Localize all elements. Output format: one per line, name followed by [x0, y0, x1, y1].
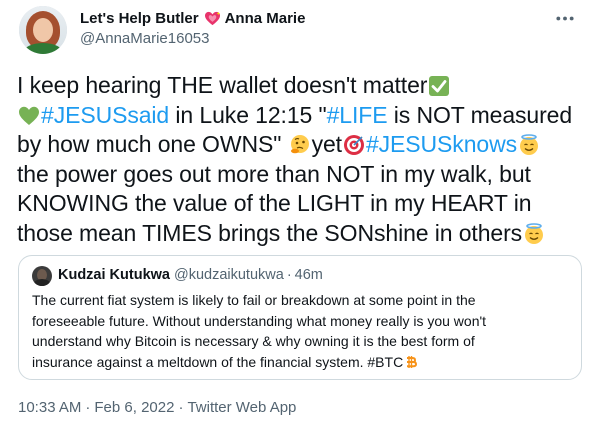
tweet-text: I keep hearing THE wallet doesn't matter…: [17, 71, 577, 248]
hashtag-link[interactable]: #JESUSsaid: [41, 102, 169, 128]
tweet-source[interactable]: Twitter Web App: [187, 399, 296, 416]
quoted-separator: ·: [286, 267, 292, 283]
quoted-tweet[interactable]: Kudzai Kutukwa @kudzaikutukwa · 46m The cur…: [18, 255, 582, 380]
more-icon[interactable]: [552, 8, 578, 28]
quoted-author-handle[interactable]: @kudzaikutukwa: [174, 267, 284, 283]
author-name-row[interactable]: Let's Help Butler Anna Marie: [80, 8, 305, 28]
meta-separator: ·: [178, 399, 184, 416]
quoted-author-avatar[interactable]: [32, 266, 52, 286]
tweet-date[interactable]: Feb 6, 2022: [94, 399, 174, 416]
hashtag-link[interactable]: #LIFE: [327, 102, 388, 128]
tweet-text-segment: those mean TIMES brings the SONshine in …: [17, 219, 523, 246]
check-mark-icon: [428, 75, 450, 97]
tweet-card: Let's Help Butler Anna Marie @AnnaMarie1…: [0, 0, 589, 425]
quoted-text-line: foreseeable future. Without understandin…: [32, 312, 487, 329]
smiling-face-with-halo-icon: [518, 134, 540, 156]
author-handle[interactable]: @AnnaMarie16053: [80, 30, 209, 47]
smiling-face-with-halo-icon: [523, 222, 545, 245]
author-display-name[interactable]: Let's Help Butler: [80, 10, 199, 27]
tweet-text-line: the power goes out more than NOT in my w…: [17, 160, 531, 187]
green-heart-icon: [18, 105, 40, 127]
quoted-text-line: understand why Bitcoin is necessary & wh…: [32, 333, 475, 349]
tweet-text-segment: in Luke 12:15 ": [169, 101, 327, 128]
quoted-text: The current fiat system is likely to fai…: [32, 290, 572, 372]
tweet-text-line: I keep hearing THE wallet doesn't matter: [17, 72, 428, 98]
tweet-time[interactable]: 10:33 AM: [18, 399, 81, 416]
tweet-meta: 10:33 AM · Feb 6, 2022 · Twitter Web App: [18, 399, 296, 416]
quoted-time[interactable]: 46m: [295, 267, 323, 283]
author-avatar[interactable]: [19, 6, 67, 54]
sparkling-heart-icon: [204, 11, 221, 26]
quoted-text-line: insurance against a meltdown of the fina…: [32, 353, 404, 370]
direct-hit-icon: [343, 134, 365, 156]
author-display-name-suffix[interactable]: Anna Marie: [225, 10, 306, 27]
meta-separator: ·: [85, 399, 91, 416]
hashtag-link[interactable]: #JESUSknows: [366, 131, 517, 157]
tweet-text-segment: by how much one OWNS": [17, 131, 288, 157]
tweet-text-segment: yet: [311, 131, 342, 157]
quoted-author-name[interactable]: Kudzai Kutukwa: [58, 267, 170, 283]
quoted-text-line: The current fiat system is likely to fai…: [32, 292, 476, 308]
tweet-text-line: KNOWING the value of the LIGHT in my HEA…: [17, 190, 532, 216]
tweet-text-segment: is NOT measured: [387, 101, 573, 128]
bitcoin-icon: [404, 354, 418, 368]
thinking-face-icon: [289, 134, 311, 156]
quoted-header: Kudzai Kutukwa @kudzaikutukwa · 46m: [58, 267, 323, 283]
